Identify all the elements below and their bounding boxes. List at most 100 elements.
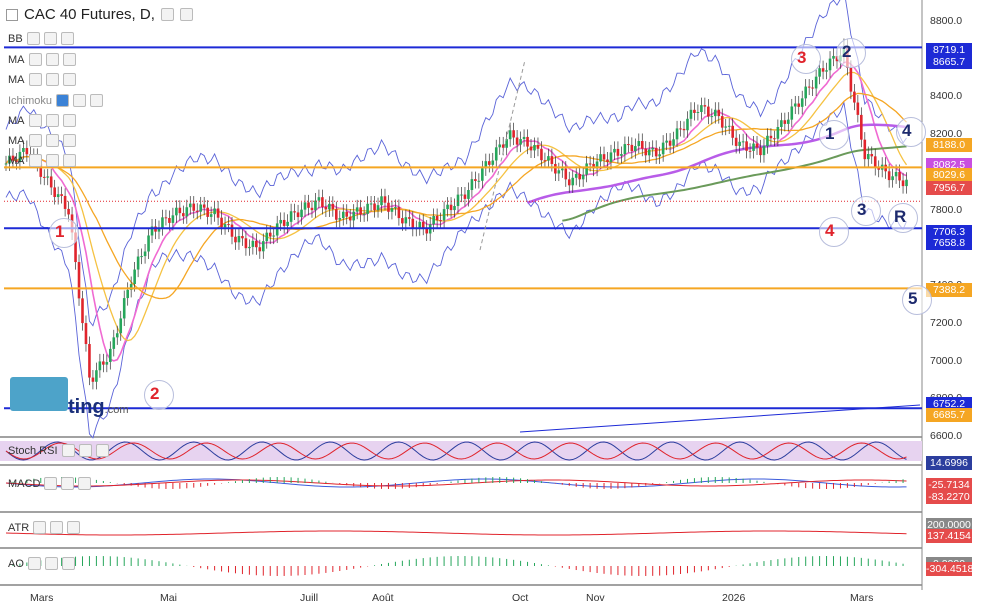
candle-body (554, 163, 557, 174)
candle-body (818, 68, 821, 77)
atr-line (5, 530, 907, 536)
settings-icon[interactable] (45, 134, 59, 147)
candle-body (665, 140, 668, 143)
candle-body (724, 126, 728, 128)
candle-body (731, 125, 734, 138)
elliott-wave-label: 1 (55, 222, 65, 241)
eye-icon[interactable] (27, 557, 41, 570)
ma-fast-line (5, 60, 907, 362)
eye-icon[interactable] (44, 477, 58, 490)
candle-body (22, 147, 25, 152)
indicator-label-ma[interactable]: MA (8, 53, 76, 66)
candle-body (515, 137, 519, 145)
collapse-icon[interactable] (6, 8, 18, 21)
candle-body (310, 207, 314, 211)
candle-body (814, 76, 818, 89)
close-icon[interactable] (78, 477, 92, 490)
close-icon[interactable] (67, 521, 81, 534)
candle-body (873, 156, 877, 168)
candle-body (800, 98, 804, 107)
chart-canvas[interactable] (0, 0, 987, 608)
candle-body (206, 207, 209, 217)
eye-icon[interactable] (26, 32, 40, 45)
candle-body (230, 224, 234, 237)
close-icon[interactable] (62, 73, 76, 86)
atr-label[interactable]: ATR (8, 521, 81, 534)
eye-icon[interactable] (61, 444, 75, 457)
price-box-label: 8188.0 (926, 138, 972, 152)
indicator-value-box: -83.2270 (926, 490, 972, 504)
candle-body (637, 141, 641, 147)
indicator-label-ichimoku[interactable]: Ichimoku (8, 94, 104, 107)
macd-label[interactable]: MACD (8, 477, 92, 490)
close-icon[interactable] (95, 444, 109, 457)
indicator-label-ma[interactable]: MA (8, 114, 76, 127)
elliott-wave-label: 5 (908, 289, 918, 308)
candle-body (658, 154, 661, 157)
eye-icon[interactable] (28, 53, 42, 66)
indicator-label-ma[interactable]: MA (8, 73, 76, 86)
stoch-rsi-label[interactable]: Stoch RSI (8, 444, 109, 457)
indicator-label-ma[interactable]: MA (8, 154, 76, 167)
price-axis-label: 7000.0 (930, 354, 963, 367)
candle-body (341, 211, 345, 219)
close-icon[interactable] (60, 32, 74, 45)
close-icon[interactable] (62, 134, 76, 147)
date-axis-label: Nov (586, 592, 605, 604)
candle-body (369, 203, 373, 205)
eye-icon[interactable] (56, 94, 70, 107)
indicator-name: MA (8, 73, 25, 86)
eye-icon[interactable] (28, 154, 42, 167)
price-axis-label: 6600.0 (930, 430, 963, 442)
settings-icon[interactable] (45, 154, 59, 167)
candle-body (762, 146, 766, 156)
indicator-name: MACD (8, 477, 41, 490)
candle-body (255, 240, 258, 248)
indicator-label-ma[interactable]: MA (8, 134, 76, 147)
close-icon[interactable] (62, 53, 76, 66)
settings-icon[interactable] (73, 94, 87, 107)
candle-body (115, 333, 119, 338)
candle-body (192, 203, 196, 211)
candle-body (540, 148, 543, 161)
candle-body (491, 160, 495, 165)
settings-icon[interactable] (45, 73, 59, 86)
candle-body (449, 204, 453, 211)
settings-icon[interactable] (61, 477, 75, 490)
indicator-label-bb[interactable]: BB (8, 32, 74, 45)
settings-icon[interactable] (45, 53, 59, 66)
price-box-label: 8029.6 (926, 168, 972, 182)
candle-body (390, 208, 394, 212)
close-icon[interactable] (61, 557, 75, 570)
settings-icon[interactable] (78, 444, 92, 457)
candle-body (644, 148, 648, 156)
candle-body (95, 370, 98, 382)
close-icon[interactable] (62, 114, 76, 127)
ao-label[interactable]: AO (8, 557, 75, 570)
candle-body (481, 168, 484, 181)
settings-icon[interactable] (45, 114, 59, 127)
eye-icon[interactable] (160, 8, 174, 21)
candle-body (508, 130, 512, 140)
candle-body (707, 106, 710, 117)
close-icon[interactable] (90, 94, 104, 107)
candle-body (293, 211, 296, 213)
close-icon[interactable] (62, 154, 76, 167)
settings-icon[interactable] (50, 521, 64, 534)
eye-icon[interactable] (28, 73, 42, 86)
candle-body (602, 154, 606, 160)
candle-body (234, 236, 237, 243)
eye-icon[interactable] (33, 521, 47, 534)
candle-body (178, 207, 182, 214)
candle-body (300, 209, 303, 218)
date-axis-label: Mai (160, 592, 177, 604)
price-box-label: 7956.7 (926, 181, 972, 195)
settings-icon[interactable] (43, 32, 57, 45)
candle-body (828, 58, 832, 71)
candle-body (394, 207, 397, 209)
eye-icon[interactable] (28, 114, 42, 127)
eye-icon[interactable] (28, 134, 42, 147)
settings-icon[interactable] (179, 8, 193, 21)
candle-body (303, 202, 307, 210)
settings-icon[interactable] (44, 557, 58, 570)
